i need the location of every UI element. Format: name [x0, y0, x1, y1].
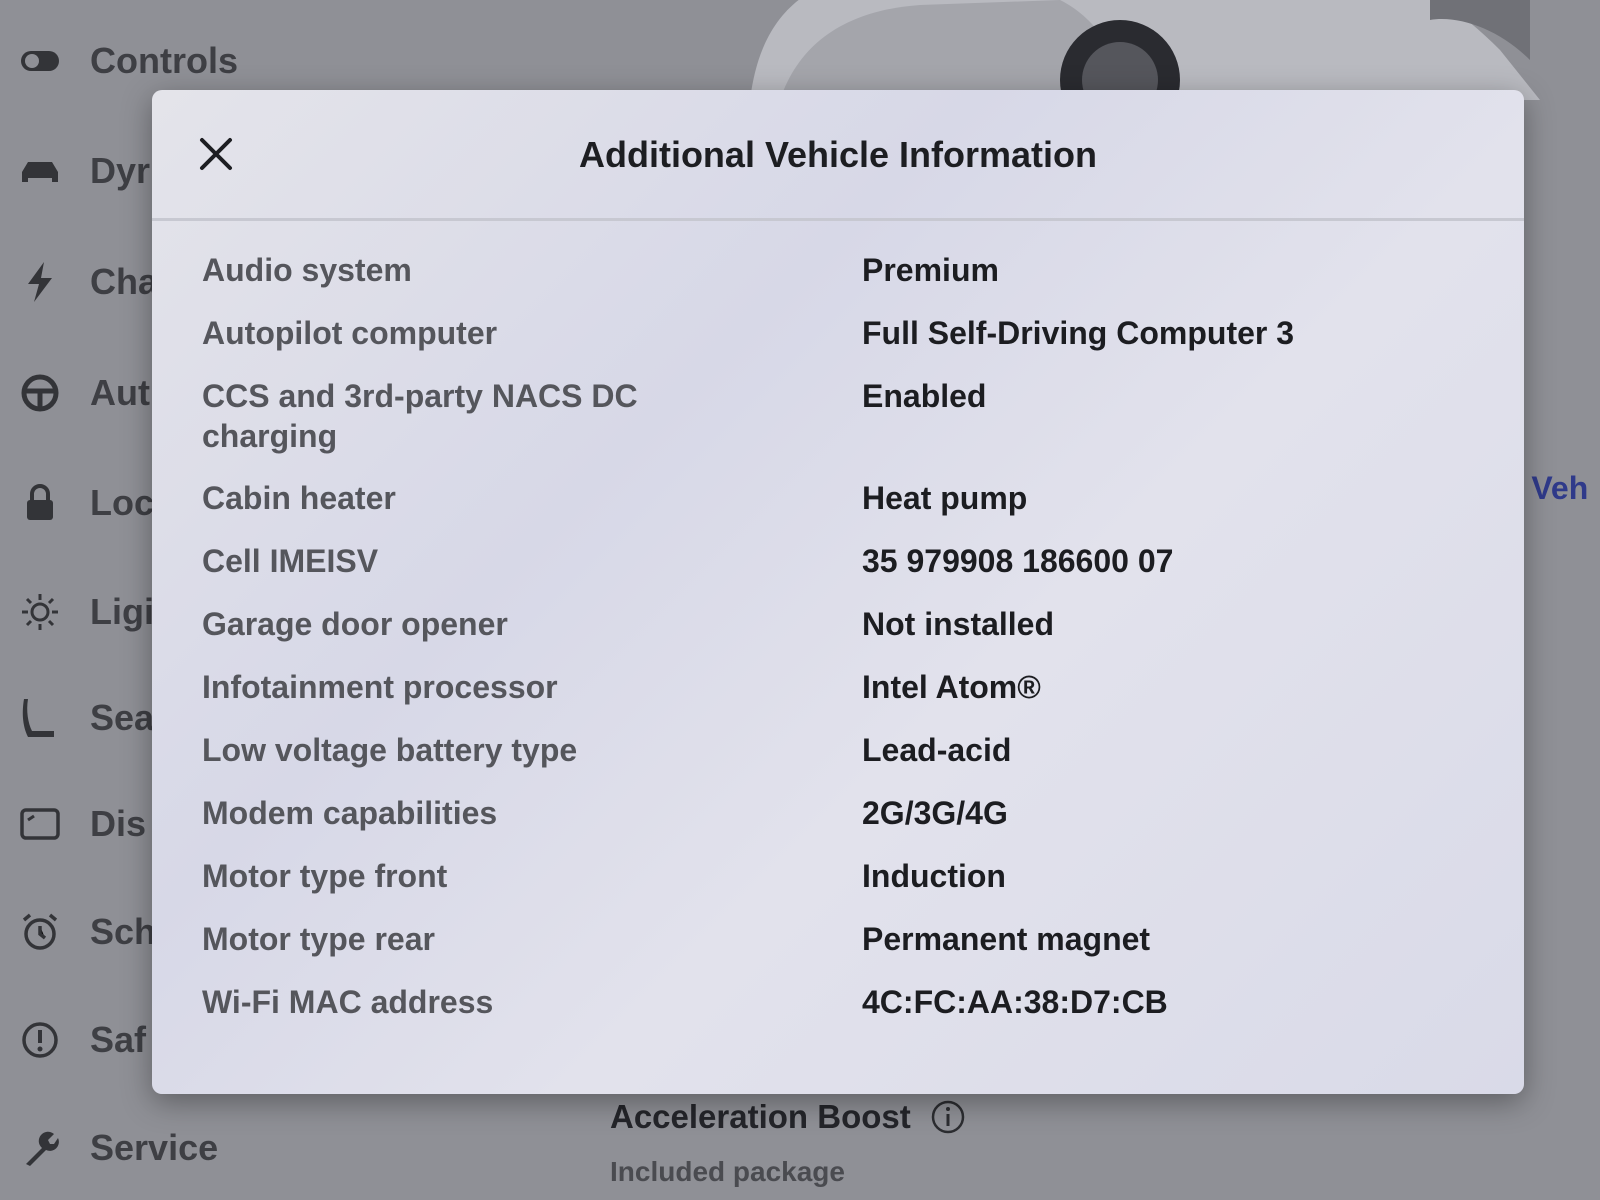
info-value: 2G/3G/4G	[862, 795, 1008, 831]
car-image	[750, 0, 1540, 100]
steering-wheel-icon	[10, 369, 70, 417]
info-row-cabin-heater: Cabin heater Heat pump	[202, 478, 1484, 518]
info-value: Heat pump	[862, 480, 1028, 516]
info-key: Audio system	[202, 252, 412, 288]
info-row-audio-system: Audio system Premium	[202, 250, 1484, 290]
feature-subtitle: Included package	[610, 1156, 845, 1187]
info-value: Induction	[862, 858, 1006, 894]
info-row-garage-door-opener: Garage door opener Not installed	[202, 604, 1484, 644]
sidebar-item-label: Dyr	[90, 150, 151, 191]
info-row-motor-type-rear: Motor type rear Permanent magnet	[202, 919, 1484, 959]
sidebar-item-label: Dis	[90, 803, 147, 844]
sidebar-item-label: Aut	[90, 372, 150, 413]
sidebar-item-seats[interactable]: Sea	[10, 686, 154, 750]
car-icon	[10, 147, 70, 195]
alarm-clock-icon	[10, 908, 70, 956]
sun-icon	[10, 588, 70, 636]
info-value: Permanent magnet	[862, 921, 1151, 957]
info-row-autopilot-computer: Autopilot computer Full Self-Driving Com…	[202, 313, 1484, 353]
vehicle-info-dialog: Additional Vehicle Information Audio sys…	[152, 90, 1524, 1094]
info-key: Modem capabilities	[202, 795, 498, 831]
info-key: CCS and 3rd-party NACS DC charging	[202, 378, 638, 454]
info-value: Not installed	[862, 606, 1055, 642]
sidebar-item-controls[interactable]: Controls	[10, 29, 238, 93]
sidebar-item-label: Saf	[90, 1019, 147, 1060]
info-value: Full Self-Driving Computer 3	[862, 315, 1295, 351]
info-key: Cabin heater	[202, 480, 396, 516]
sidebar-item-label: Controls	[90, 40, 238, 81]
dialog-header: Additional Vehicle Information	[152, 90, 1524, 221]
info-row-motor-type-front: Motor type front Induction	[202, 856, 1484, 896]
sidebar-item-lights[interactable]: Ligi	[10, 580, 154, 644]
sidebar-item-label: Loc	[90, 482, 155, 523]
lock-icon	[10, 479, 70, 527]
info-icon[interactable]	[931, 1100, 965, 1134]
seat-icon	[10, 694, 70, 742]
sidebar-item-label: Service	[90, 1127, 219, 1168]
info-key: Garage door opener	[202, 606, 508, 642]
info-row-low-voltage-battery: Low voltage battery type Lead-acid	[202, 730, 1484, 770]
sidebar-item-label: Ligi	[90, 591, 154, 632]
sidebar-item-locks[interactable]: Loc	[10, 471, 154, 535]
info-value: Intel Atom®	[862, 669, 1041, 705]
sidebar-item-label: Sea	[90, 697, 155, 738]
info-row-modem-capabilities: Modem capabilities 2G/3G/4G	[202, 793, 1484, 833]
info-key: Motor type front	[202, 858, 448, 894]
feature-title: Acceleration Boost	[610, 1098, 911, 1135]
info-key: Infotainment processor	[202, 669, 558, 705]
sidebar-item-charging[interactable]: Cha	[10, 250, 158, 314]
info-key: Wi-Fi MAC address	[202, 984, 494, 1020]
info-row-cell-imeisv: Cell IMEISV 35 979908 186600 07	[202, 541, 1484, 581]
sidebar-item-display[interactable]: Dis	[10, 792, 146, 856]
sidebar-item-autopilot[interactable]: Aut	[10, 361, 150, 425]
sidebar-item-label: Sch	[90, 911, 157, 952]
info-value: Lead-acid	[862, 732, 1012, 768]
alert-circle-icon	[10, 1016, 70, 1064]
info-value: 35 979908 186600 07	[862, 543, 1174, 579]
sidebar-item-label: Cha	[90, 261, 159, 302]
info-value: 4C:FC:AA:38:D7:CB	[862, 984, 1168, 1020]
lightning-icon	[10, 258, 70, 306]
acceleration-boost-row: Acceleration Boost	[610, 1098, 965, 1136]
info-row-dc-charging: CCS and 3rd-party NACS DC charging Enabl…	[202, 376, 1484, 456]
info-key: Cell IMEISV	[202, 543, 379, 579]
sidebar-item-dynamics[interactable]: Dyr	[10, 139, 150, 203]
wrench-icon	[10, 1124, 70, 1172]
dialog-title: Additional Vehicle Information	[578, 134, 1098, 175]
info-value: Premium	[862, 252, 999, 288]
toggle-icon	[10, 37, 70, 85]
sidebar-item-safety[interactable]: Saf	[10, 1008, 146, 1072]
info-value: Enabled	[862, 378, 987, 414]
info-key: Motor type rear	[202, 921, 435, 957]
info-list: Audio system Premium Autopilot computer …	[202, 250, 1484, 1022]
display-icon	[10, 800, 70, 848]
info-row-infotainment-processor: Infotainment processor Intel Atom®	[202, 667, 1484, 707]
info-row-wifi-mac-address: Wi-Fi MAC address 4C:FC:AA:38:D7:CB	[202, 982, 1484, 1022]
info-key: Autopilot computer	[202, 315, 498, 351]
sidebar-item-schedule[interactable]: Sch	[10, 900, 156, 964]
info-key: Low voltage battery type	[202, 732, 578, 768]
sidebar-item-service[interactable]: Service	[10, 1116, 218, 1180]
